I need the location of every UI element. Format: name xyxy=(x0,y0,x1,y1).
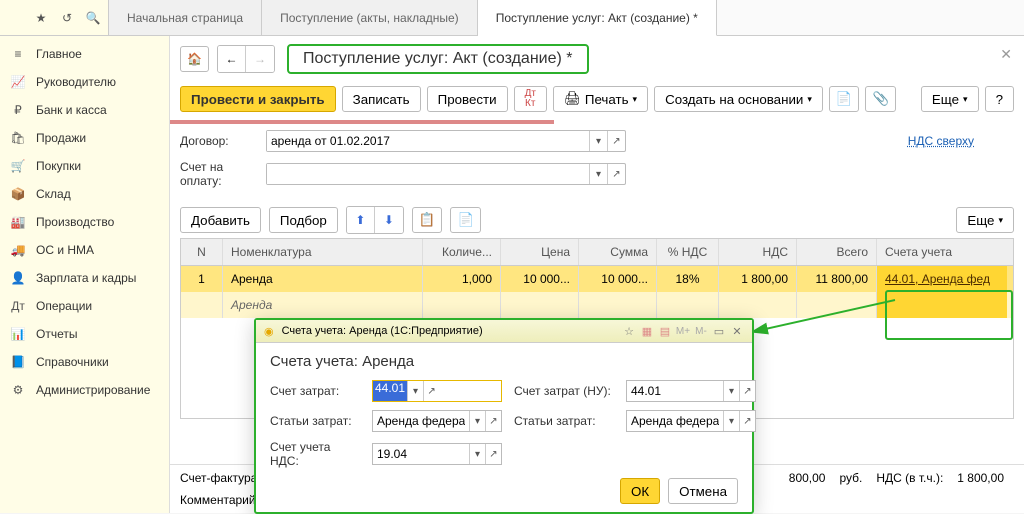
cost-account-label: Счет затрат: xyxy=(270,384,360,398)
open-icon[interactable]: ↗ xyxy=(423,381,439,401)
m-minus-icon[interactable]: M- xyxy=(694,324,708,338)
app-icon: ◉ xyxy=(264,325,274,338)
dialog-window-title: Счета учета: Аренда (1С:Предприятие) xyxy=(282,325,483,337)
minimize-icon[interactable]: ▭ xyxy=(712,324,726,338)
cost-item2-label: Статьи затрат: xyxy=(514,414,614,428)
ok-button[interactable]: ОК xyxy=(620,478,660,504)
open-icon[interactable]: ↗ xyxy=(739,381,755,401)
cost-item2-field[interactable]: ▾ ↗ xyxy=(626,410,756,432)
cost-item-field[interactable]: ▾ ↗ xyxy=(372,410,502,432)
dialog-titlebar[interactable]: ◉ Счета учета: Аренда (1С:Предприятие) ☆… xyxy=(256,320,752,343)
cost-item-input[interactable] xyxy=(373,411,469,431)
chevron-down-icon[interactable]: ▾ xyxy=(469,444,485,464)
cost-account-nu-field[interactable]: ▾ ↗ xyxy=(626,380,756,402)
cost-account-field[interactable]: 44.01 ▾ ↗ xyxy=(372,380,502,402)
fav-icon[interactable]: ☆ xyxy=(622,324,636,338)
cost-item-label: Статьи затрат: xyxy=(270,414,360,428)
chevron-down-icon[interactable]: ▾ xyxy=(723,381,739,401)
vat-account-label: Счет учета НДС: xyxy=(270,440,360,468)
open-icon[interactable]: ↗ xyxy=(485,444,501,464)
vat-account-field[interactable]: ▾ ↗ xyxy=(372,443,502,465)
accounts-dialog: ◉ Счета учета: Аренда (1С:Предприятие) ☆… xyxy=(254,318,754,514)
open-icon[interactable]: ↗ xyxy=(739,411,755,431)
cost-item2-input[interactable] xyxy=(627,411,723,431)
cancel-button[interactable]: Отмена xyxy=(668,478,738,504)
m-plus-icon[interactable]: M+ xyxy=(676,324,690,338)
open-icon[interactable]: ↗ xyxy=(485,411,501,431)
chevron-down-icon[interactable]: ▾ xyxy=(407,381,423,401)
dialog-heading: Счета учета: Аренда xyxy=(270,353,738,370)
chevron-down-icon[interactable]: ▾ xyxy=(723,411,739,431)
vat-account-input[interactable] xyxy=(373,444,469,464)
cost-account-nu-label: Счет затрат (НУ): xyxy=(514,384,614,398)
cost-account-nu-input[interactable] xyxy=(627,381,723,401)
chevron-down-icon[interactable]: ▾ xyxy=(469,411,485,431)
grid1-icon[interactable]: ▦ xyxy=(640,324,654,338)
close-dialog-icon[interactable]: ✕ xyxy=(730,324,744,338)
grid2-icon[interactable]: ▤ xyxy=(658,324,672,338)
